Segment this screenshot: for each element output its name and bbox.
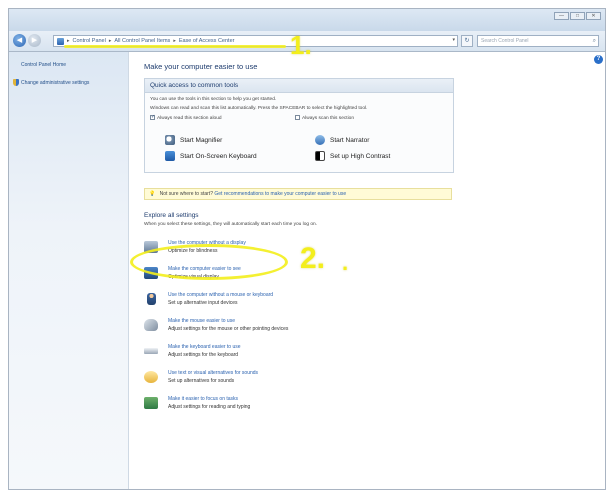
address-dropdown-icon[interactable]: ▾ (452, 37, 455, 43)
breadcrumb-ease-of-access[interactable]: Ease of Access Center (179, 38, 235, 44)
window-controls: — □ ✕ (554, 12, 601, 20)
setting-description: Set up alternatives for sounds (168, 378, 235, 384)
high-contrast-icon (315, 151, 325, 161)
setting-mouse-easier[interactable]: Make the mouse easier to use Adjust sett… (144, 317, 404, 339)
setting-keyboard-easier[interactable]: Make the keyboard easier to use Adjust s… (144, 343, 404, 365)
narrator-icon (315, 135, 325, 145)
sidebar-item-label: Control Panel Home (21, 62, 67, 68)
quick-access-intro: You can use the tools in this section to… (150, 97, 277, 102)
sidebar-item-change-admin-settings[interactable]: Change administrative settings (13, 79, 89, 86)
tool-on-screen-keyboard[interactable]: Start On-Screen Keyboard (165, 151, 257, 161)
sidebar-item-label: Change administrative settings (21, 79, 90, 86)
read-aloud-checkbox-row[interactable]: Always read this section aloud (150, 114, 222, 121)
explore-title: Explore all settings (144, 212, 199, 219)
annotation-underline (64, 45, 286, 48)
setting-sound-alternatives[interactable]: Use text or visual alternatives for soun… (144, 369, 404, 391)
setting-description: Adjust settings for the mouse or other p… (168, 326, 289, 332)
tool-label: Start Magnifier (180, 136, 223, 144)
scan-label: Always scan this section (302, 115, 354, 121)
scan-checkbox-row[interactable]: Always scan this section (295, 115, 354, 121)
breadcrumb-separator: ▸ (173, 38, 176, 44)
sidebar-item-control-panel-home[interactable]: Control Panel Home (21, 62, 66, 68)
breadcrumb-control-panel[interactable]: Control Panel (73, 38, 106, 44)
mouse-icon (144, 319, 158, 331)
back-button[interactable]: ◀ (13, 34, 26, 47)
keyboard-icon (165, 151, 175, 161)
reading-icon (144, 397, 158, 409)
recommendation-tip: 💡 Not sure where to start? Get recommend… (144, 188, 452, 200)
quick-access-instructions: Windows can read and scan this list auto… (150, 106, 368, 111)
setting-without-mouse-keyboard[interactable]: Use the computer without a mouse or keyb… (144, 291, 404, 313)
tool-start-narrator[interactable]: Start Narrator (315, 135, 369, 145)
breadcrumb-separator: ▸ (67, 38, 70, 44)
tool-label: Set up High Contrast (330, 152, 391, 160)
minimize-button[interactable]: — (554, 12, 569, 20)
setting-link[interactable]: Use the computer without a mouse or keyb… (168, 292, 273, 298)
control-panel-icon (57, 37, 64, 45)
setting-link[interactable]: Make the mouse easier to use (168, 318, 235, 324)
lightbulb-icon: 💡 (149, 191, 156, 197)
sidebar: Control Panel Home Change administrative… (9, 52, 129, 489)
setting-link[interactable]: Make the keyboard easier to use (168, 344, 241, 350)
annotation-label-2: 2. (300, 242, 326, 275)
setting-link[interactable]: Make it easier to focus on tasks (168, 396, 238, 402)
help-icon[interactable]: ? (594, 55, 603, 64)
person-icon (147, 293, 156, 305)
search-icon[interactable]: ⌕ (593, 36, 596, 46)
scan-checkbox[interactable] (295, 115, 300, 120)
setting-description: Adjust settings for reading and typing (168, 404, 251, 410)
maximize-button[interactable]: □ (570, 12, 585, 20)
breadcrumb-all-items[interactable]: All Control Panel Items (114, 38, 170, 44)
uac-shield-icon (13, 79, 19, 86)
tool-label: Start On-Screen Keyboard (180, 152, 257, 160)
title-bar: — □ ✕ (9, 9, 605, 31)
breadcrumb-separator: ▸ (108, 38, 112, 44)
keyboard-icon (144, 348, 158, 354)
annotation-label-1: 1. (290, 30, 312, 60)
setting-description: Adjust settings for the keyboard (168, 352, 239, 358)
tool-start-magnifier[interactable]: Start Magnifier (165, 135, 222, 145)
recommendations-link[interactable]: Get recommendations to make your compute… (214, 191, 346, 197)
annotation-dot: . (342, 250, 349, 275)
page-title: Make your computer easier to use (144, 62, 258, 71)
tip-question: Not sure where to start? (159, 191, 213, 197)
setting-description: Set up alternative input devices (168, 300, 238, 306)
read-aloud-label: Always read this section aloud (157, 115, 222, 121)
forward-button[interactable]: ▶ (28, 34, 41, 47)
sound-icon (144, 371, 158, 383)
explore-subtitle: When you select these settings, they wil… (144, 222, 318, 227)
read-aloud-checkbox[interactable] (150, 114, 155, 120)
annotation-circle (130, 244, 288, 280)
tool-high-contrast[interactable]: Set up High Contrast (315, 151, 390, 161)
quick-access-panel: Quick access to common tools You can use… (144, 78, 454, 173)
tool-label: Start Narrator (330, 136, 370, 144)
search-placeholder: Search Control Panel (481, 38, 529, 44)
setting-focus-on-tasks[interactable]: Make it easier to focus on tasks Adjust … (144, 395, 404, 417)
quick-access-title: Quick access to common tools (145, 79, 453, 93)
refresh-button[interactable]: ↻ (461, 35, 473, 47)
magnifier-icon (165, 135, 175, 145)
search-input[interactable]: Search Control Panel ⌕ (477, 35, 599, 47)
close-button[interactable]: ✕ (586, 12, 601, 20)
setting-link[interactable]: Use text or visual alternatives for soun… (168, 370, 258, 376)
